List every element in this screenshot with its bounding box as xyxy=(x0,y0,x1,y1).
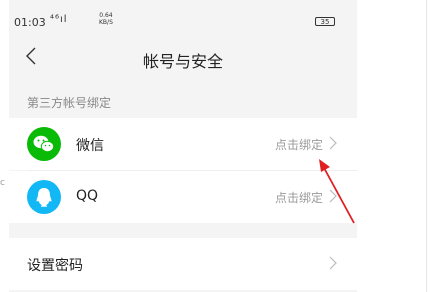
section-header-label: 第三方帐号绑定 xyxy=(27,96,112,110)
page-title: 帐号与安全 xyxy=(142,52,223,71)
network-speed-unit: KB/S xyxy=(99,19,113,26)
battery-icon: 35 xyxy=(315,17,335,26)
status-bar: 01:03 ⁴⁶ıl 0.64 KB/S 35 xyxy=(9,0,357,34)
nav-bar: 帐号与安全 xyxy=(9,34,357,82)
account-row-qq[interactable]: QQ 点击绑定 xyxy=(9,171,357,223)
network-speed-value: 0.64 xyxy=(99,12,113,19)
chevron-right-icon xyxy=(329,136,337,150)
status-time: 01:03 xyxy=(14,16,46,29)
signal-icon: ⁴⁶ıl xyxy=(50,14,68,25)
set-password-row[interactable]: 设置密码 xyxy=(9,238,357,290)
page-edge-divider xyxy=(426,0,427,292)
phone-screen: 01:03 ⁴⁶ıl 0.64 KB/S 35 帐号与安全 第三方帐号绑定 微信… xyxy=(9,0,357,292)
account-name: QQ xyxy=(76,188,99,204)
set-password-label: 设置密码 xyxy=(27,258,83,274)
wechat-icon xyxy=(27,127,61,161)
page-side-mark: c xyxy=(0,178,5,188)
qq-icon xyxy=(27,180,61,214)
account-name: 微信 xyxy=(76,138,104,154)
network-speed: 0.64 KB/S xyxy=(99,12,113,26)
chevron-right-icon xyxy=(329,256,337,270)
account-row-wechat[interactable]: 微信 点击绑定 xyxy=(9,118,357,171)
section-header: 第三方帐号绑定 xyxy=(9,84,357,118)
annotation-arrow-icon xyxy=(319,159,355,224)
